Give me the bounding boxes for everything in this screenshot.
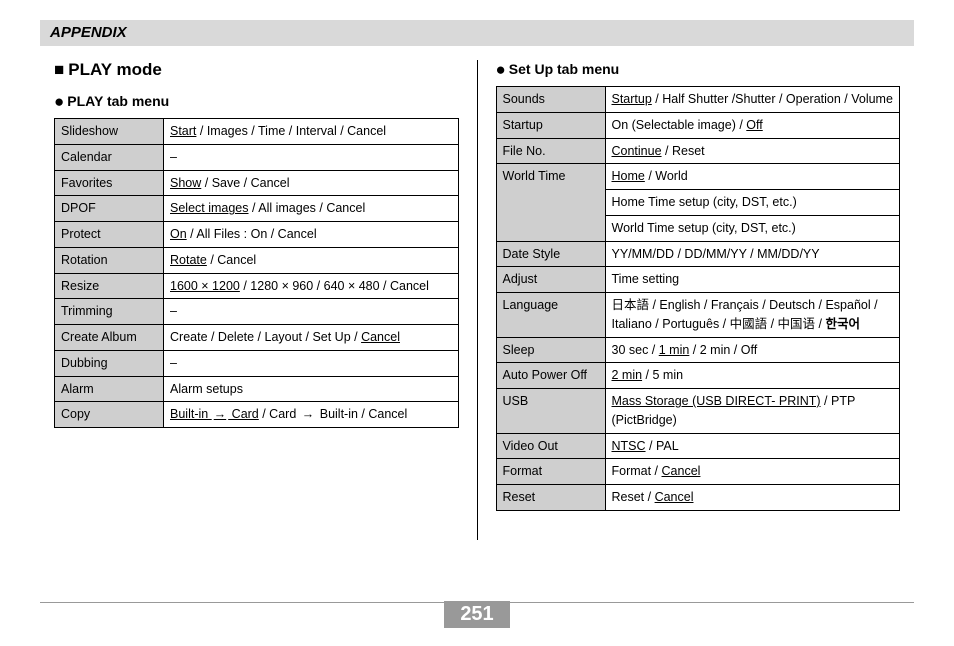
setup-tab-menu-table: SoundsStartup / Half Shutter /Shutter / … <box>496 86 901 511</box>
row-value: NTSC / PAL <box>605 433 900 459</box>
table-row: AdjustTime setting <box>496 267 900 293</box>
row-value: Reset / Cancel <box>605 485 900 511</box>
table-row: Calendar– <box>55 144 459 170</box>
row-label: Reset <box>496 485 605 511</box>
row-value: World Time setup (city, DST, etc.) <box>605 215 900 241</box>
row-value: Built-in → Card / Card → Built-in / Canc… <box>164 402 459 428</box>
row-value: Create / Delete / Layout / Set Up / Canc… <box>164 325 459 351</box>
table-row: RotationRotate / Cancel <box>55 247 459 273</box>
row-value: – <box>164 299 459 325</box>
row-label: Sounds <box>496 87 605 113</box>
row-value: Alarm setups <box>164 376 459 402</box>
row-label: DPOF <box>55 196 164 222</box>
row-label: Alarm <box>55 376 164 402</box>
table-row: SoundsStartup / Half Shutter /Shutter / … <box>496 87 900 113</box>
table-row: Resize1600 × 1200 / 1280 × 960 / 640 × 4… <box>55 273 459 299</box>
table-row: File No.Continue / Reset <box>496 138 900 164</box>
row-label: Protect <box>55 222 164 248</box>
row-label: Date Style <box>496 241 605 267</box>
table-row: DPOFSelect images / All images / Cancel <box>55 196 459 222</box>
table-row: Sleep30 sec / 1 min / 2 min / Off <box>496 337 900 363</box>
content-columns: ■PLAY mode ●PLAY tab menu SlideshowStart… <box>40 60 914 540</box>
appendix-header: APPENDIX <box>40 20 914 46</box>
row-value: – <box>164 350 459 376</box>
row-label: Adjust <box>496 267 605 293</box>
row-label: Format <box>496 459 605 485</box>
subsection-title-text: PLAY tab menu <box>67 93 169 109</box>
row-label: Video Out <box>496 433 605 459</box>
row-label: Trimming <box>55 299 164 325</box>
left-column: ■PLAY mode ●PLAY tab menu SlideshowStart… <box>40 60 473 540</box>
table-row: Trimming– <box>55 299 459 325</box>
table-row: Date StyleYY/MM/DD / DD/MM/YY / MM/DD/YY <box>496 241 900 267</box>
table-row: FavoritesShow / Save / Cancel <box>55 170 459 196</box>
page-footer: 251 <box>0 602 954 628</box>
setup-tab-menu-title: ●Set Up tab menu <box>496 60 901 80</box>
column-divider <box>477 60 478 540</box>
row-label: Copy <box>55 402 164 428</box>
row-label: File No. <box>496 138 605 164</box>
round-bullet-icon: ● <box>496 60 506 79</box>
row-value: Time setting <box>605 267 900 293</box>
play-tab-menu-title: ●PLAY tab menu <box>54 92 459 112</box>
table-row: World TimeHome / World <box>496 164 900 190</box>
row-label: Slideshow <box>55 119 164 145</box>
row-label: Sleep <box>496 337 605 363</box>
row-label: Dubbing <box>55 350 164 376</box>
table-row: AlarmAlarm setups <box>55 376 459 402</box>
row-label: Rotation <box>55 247 164 273</box>
section-title-text: PLAY mode <box>68 60 162 79</box>
row-value: Startup / Half Shutter /Shutter / Operat… <box>605 87 900 113</box>
row-label: Language <box>496 293 605 338</box>
subsection-title-text: Set Up tab menu <box>509 61 619 77</box>
row-value: On (Selectable image) / Off <box>605 112 900 138</box>
row-value: Show / Save / Cancel <box>164 170 459 196</box>
row-label: World Time <box>496 164 605 241</box>
row-value: YY/MM/DD / DD/MM/YY / MM/DD/YY <box>605 241 900 267</box>
row-value: 1600 × 1200 / 1280 × 960 / 640 × 480 / C… <box>164 273 459 299</box>
round-bullet-icon: ● <box>54 92 64 111</box>
row-value: Home Time setup (city, DST, etc.) <box>605 190 900 216</box>
row-value: Start / Images / Time / Interval / Cance… <box>164 119 459 145</box>
table-row: Video OutNTSC / PAL <box>496 433 900 459</box>
row-label: Create Album <box>55 325 164 351</box>
row-label: Startup <box>496 112 605 138</box>
right-column: ●Set Up tab menu SoundsStartup / Half Sh… <box>482 60 915 540</box>
square-bullet-icon: ■ <box>54 60 64 80</box>
row-value: 日本語 / English / Français / Deutsch / Esp… <box>605 293 900 338</box>
row-value: Format / Cancel <box>605 459 900 485</box>
row-label: Resize <box>55 273 164 299</box>
table-row: Language日本語 / English / Français / Deuts… <box>496 293 900 338</box>
table-row: Auto Power Off2 min / 5 min <box>496 363 900 389</box>
row-value: 30 sec / 1 min / 2 min / Off <box>605 337 900 363</box>
row-label: Favorites <box>55 170 164 196</box>
row-value: 2 min / 5 min <box>605 363 900 389</box>
row-label: Auto Power Off <box>496 363 605 389</box>
row-value: Rotate / Cancel <box>164 247 459 273</box>
table-row: FormatFormat / Cancel <box>496 459 900 485</box>
table-row: CopyBuilt-in → Card / Card → Built-in / … <box>55 402 459 428</box>
row-value: Home / World <box>605 164 900 190</box>
table-row: USBMass Storage (USB DIRECT- PRINT) / PT… <box>496 389 900 434</box>
table-row: SlideshowStart / Images / Time / Interva… <box>55 119 459 145</box>
play-tab-menu-table: SlideshowStart / Images / Time / Interva… <box>54 118 459 428</box>
table-row: ProtectOn / All Files : On / Cancel <box>55 222 459 248</box>
page-number: 251 <box>444 601 509 628</box>
row-value: Mass Storage (USB DIRECT- PRINT) / PTP (… <box>605 389 900 434</box>
row-value: Select images / All images / Cancel <box>164 196 459 222</box>
table-row: ResetReset / Cancel <box>496 485 900 511</box>
table-row: Dubbing– <box>55 350 459 376</box>
table-row: Create AlbumCreate / Delete / Layout / S… <box>55 325 459 351</box>
row-value: – <box>164 144 459 170</box>
table-row: StartupOn (Selectable image) / Off <box>496 112 900 138</box>
row-value: On / All Files : On / Cancel <box>164 222 459 248</box>
row-label: Calendar <box>55 144 164 170</box>
row-value: Continue / Reset <box>605 138 900 164</box>
play-mode-title: ■PLAY mode <box>54 60 459 80</box>
row-label: USB <box>496 389 605 434</box>
